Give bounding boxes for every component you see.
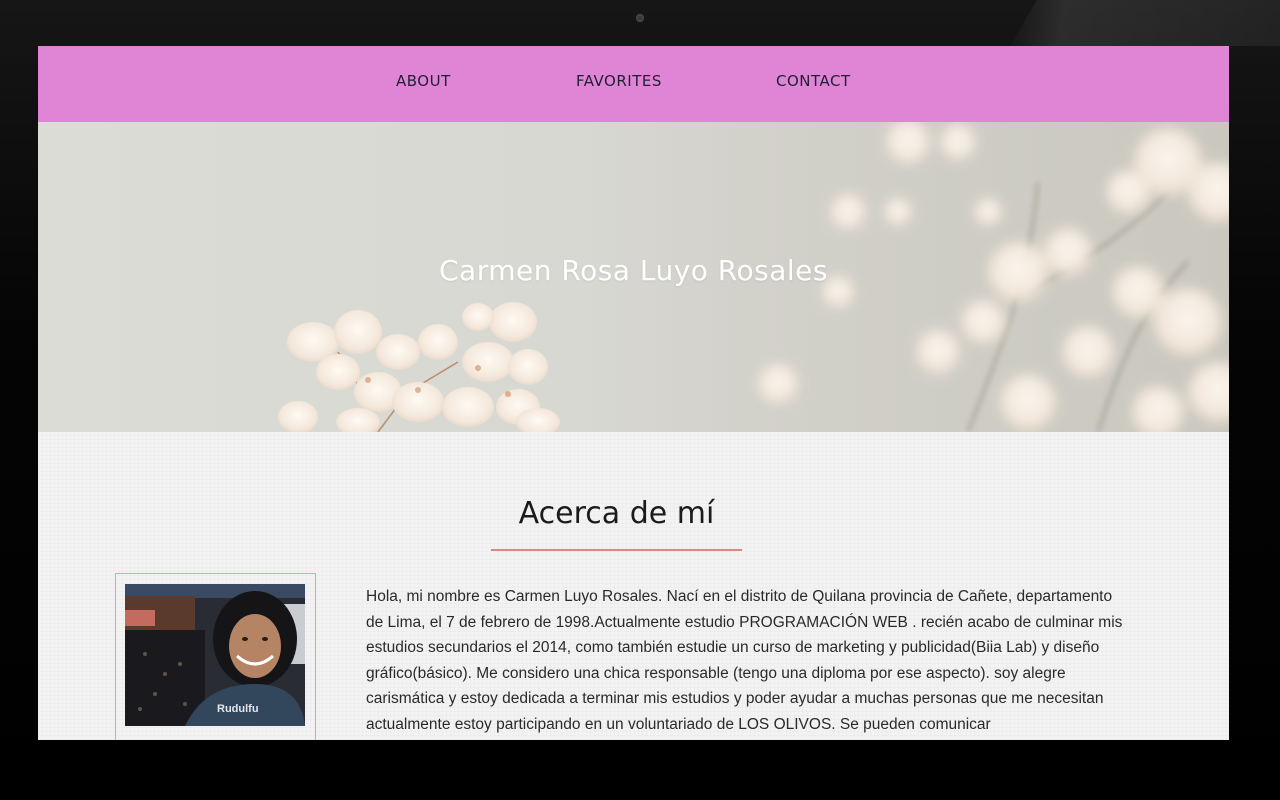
top-navbar: About Favorites Contact: [38, 46, 1229, 122]
heading-underline: [491, 549, 742, 551]
about-section: Acerca de mí Rudulfu Hola, mi nombre es …: [38, 432, 1229, 740]
svg-text:Rudulfu: Rudulfu: [217, 703, 259, 715]
browser-viewport: About Favorites Contact: [38, 46, 1229, 740]
frame-glare: [1010, 0, 1280, 46]
hero-banner: Carmen Rosa Luyo Rosales: [38, 122, 1229, 432]
webcam-icon: [636, 14, 644, 22]
nav-link-contact[interactable]: Contact: [776, 72, 851, 90]
nav-link-about[interactable]: About: [396, 72, 451, 90]
profile-photo: Rudulfu: [125, 584, 305, 726]
section-heading: Acerca de mí: [518, 496, 715, 531]
hero-title: Carmen Rosa Luyo Rosales: [439, 254, 828, 287]
bio-paragraph: Hola, mi nombre es Carmen Luyo Rosales. …: [366, 588, 1123, 733]
profile-photo-frame: Rudulfu: [115, 573, 316, 740]
nav-link-favorites[interactable]: Favorites: [576, 72, 662, 90]
laptop-frame: About Favorites Contact: [0, 0, 1280, 800]
